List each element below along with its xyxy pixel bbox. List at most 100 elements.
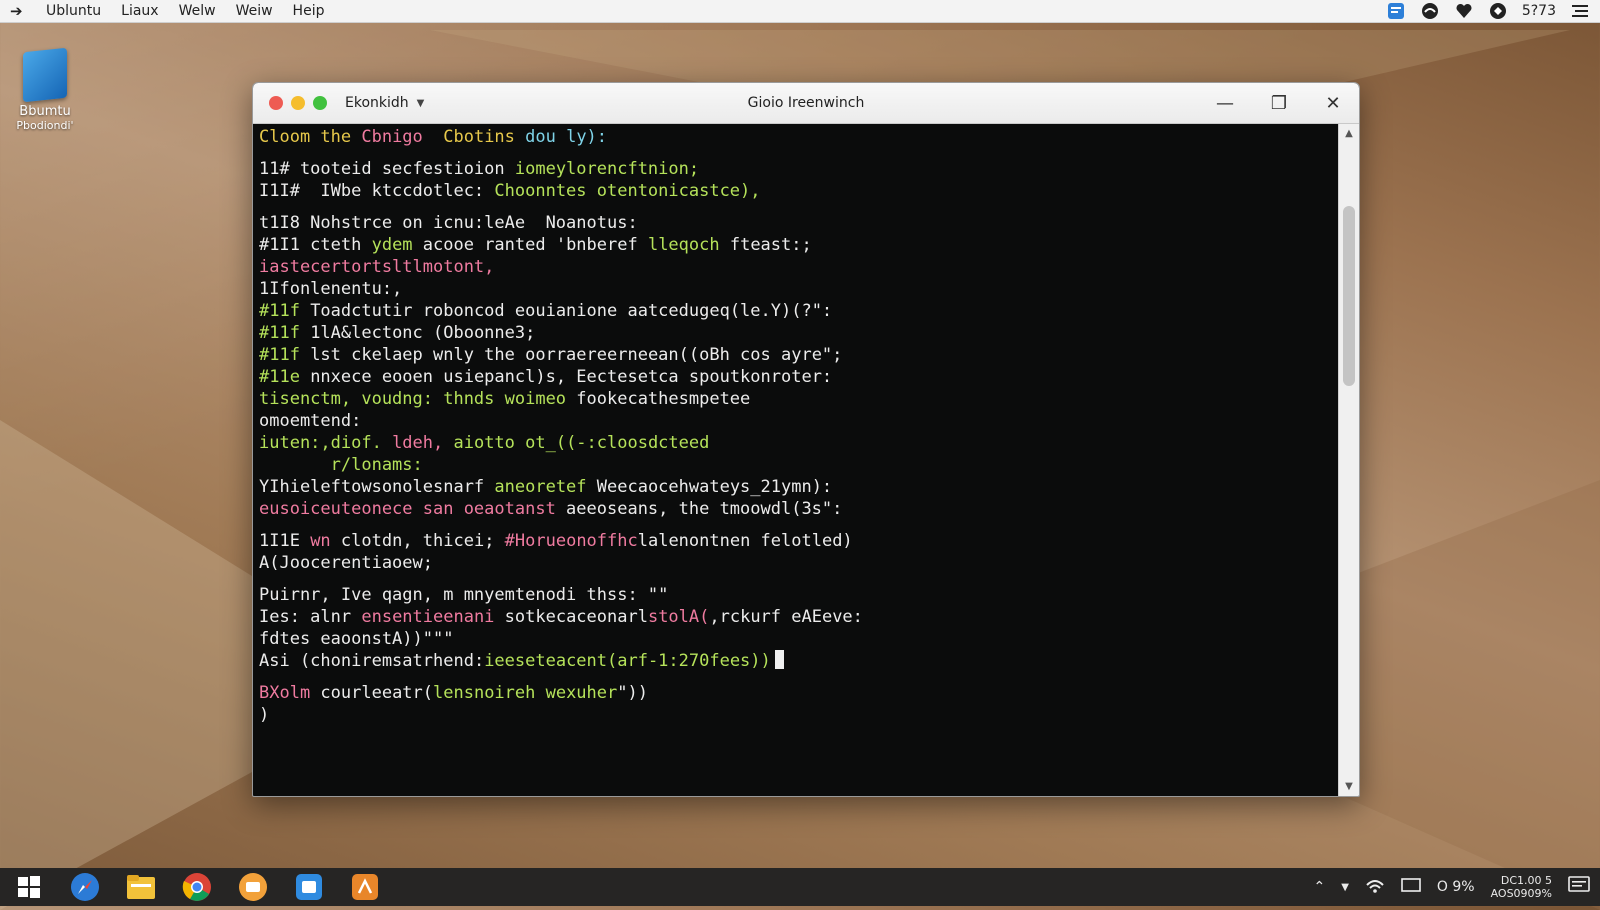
text-cursor (774, 650, 784, 669)
heart-icon[interactable] (1454, 2, 1474, 20)
tab-selector[interactable]: Ekonkidh ▼ (345, 95, 424, 111)
terminal-text: ) (259, 705, 270, 725)
desktop-shortcut[interactable]: Bbumtu Pbodiondi' (10, 47, 80, 132)
minimize-icon[interactable]: — (1213, 93, 1237, 114)
zoom-dot-icon[interactable] (313, 96, 327, 110)
close-icon[interactable]: ✕ (1321, 93, 1345, 114)
scroll-down-icon[interactable]: ▼ (1339, 781, 1359, 792)
terminal-line: #11f 1lA&lectonc (Oboonne3; (259, 322, 1333, 344)
terminal-text: Ies: alnr (259, 607, 362, 627)
terminal-text: #11e (259, 367, 300, 387)
finder-icon[interactable] (1386, 2, 1406, 20)
tray-status-text: O 9% (1436, 879, 1475, 895)
terminal-text: Asi (chonirems (259, 651, 403, 671)
terminal-text: r/lonams: (259, 455, 423, 475)
terminal-text: Cbnigo (361, 127, 423, 147)
terminal-line: eusoiceuteonece san oeaotanst aeeoseans,… (259, 498, 1333, 520)
terminal-text: t1I8 Nohstrce on icnu:leAe Noanotus: (259, 213, 638, 233)
menu-item-ubuntu[interactable]: Ubluntu (46, 3, 101, 19)
close-dot-icon[interactable] (269, 96, 283, 110)
terminal-text: BXolm (259, 683, 321, 703)
top-menu-bar: ➔ Ubluntu Liaux Welw Weiw Heip 5?73 (0, 0, 1600, 23)
windows-start-icon[interactable] (10, 872, 48, 902)
terminal-text: dou ly): (514, 127, 608, 147)
files-icon[interactable] (122, 872, 160, 902)
clock-time: DC1.00 5 (1500, 874, 1552, 887)
terminal-text: iomeylorencftnion; (514, 159, 700, 179)
terminal-text: sotkecaceonarl (494, 607, 648, 627)
terminal-line: A(Joocerentiaoew; (259, 552, 1333, 574)
terminal-text: clotdn, thicei; (330, 531, 505, 551)
terminal-line: iuten:,diof. ldeh, aiotto ot_((-:cloosdc… (259, 432, 1333, 454)
terminal-line: #11e nnxece eooen usiepancl)s, Eectesetc… (259, 366, 1333, 388)
terminal-text: lst ckelaep wnly the oorraereerneean((oB… (299, 345, 843, 365)
store-icon[interactable] (290, 872, 328, 902)
terminal-line: BXolm courleeatr(lensnoireh wexuher")) (259, 682, 1333, 704)
terminal-text: Puirnr, Ive qagn, m mnyemtenodi thss: "" (259, 585, 669, 605)
back-arrow-icon[interactable]: ➔ (10, 2, 30, 20)
menu-item-view[interactable]: Welw (179, 3, 216, 19)
terminal-line: 11# tooteid secfestioion iomeylorencftni… (259, 158, 1333, 180)
vertical-scrollbar[interactable]: ▲ ▼ (1338, 124, 1359, 796)
terminal-text: lalenontnen felotled) (637, 531, 853, 551)
clock-date: AOS0909% (1490, 887, 1552, 900)
terminal-line: r/lonams: (259, 454, 1333, 476)
window-controls: — ❐ ✕ (1213, 83, 1345, 123)
chevron-up-icon[interactable]: ⌃ (1313, 879, 1325, 895)
menu-lines-icon[interactable] (1570, 2, 1590, 20)
safari-icon[interactable] (66, 872, 104, 902)
terminal-text: Toadctutir roboncod eouianione aatceduge… (299, 301, 833, 321)
scrollbar-thumb[interactable] (1343, 206, 1355, 386)
messaging-icon[interactable] (234, 872, 272, 902)
terminal-line: omoemtend: (259, 410, 1333, 432)
sync-icon[interactable] (1488, 2, 1508, 20)
terminal-text: ldeh, (392, 433, 444, 453)
terminal-text: #11f (259, 301, 300, 321)
terminal-output[interactable]: Cloom the Cbnigo Cbotins dou ly): 11# too… (253, 124, 1339, 796)
terminal-line: 1I1E wn clotdn, thicei; #Horueonoffhclal… (259, 530, 1333, 552)
terminal-line: tisenctm, voudng: thnds woimeo fookecath… (259, 388, 1333, 410)
terminal-text: I1I# IWbe ktccdotlec: (259, 181, 495, 201)
terminal-text: aiotto ot_((-:cloosdcteed (443, 433, 710, 453)
scroll-up-icon[interactable]: ▲ (1339, 128, 1359, 139)
menu-item-view-2[interactable]: Weiw (236, 3, 273, 19)
terminal-text: Choonntes otentonicastce), (494, 181, 761, 201)
app-launcher-icon[interactable] (346, 872, 384, 902)
taskbar: ⌃ ▼ O 9% DC1.00 5 AOS0909% (0, 868, 1600, 906)
terminal-window: Ekonkidh ▼ Gioio Ireenwinch — ❐ ✕ Cloom … (252, 82, 1360, 797)
terminal-text: #1I1 cteth (259, 235, 372, 255)
terminal-text: 1Ifonlenentu:, (259, 279, 403, 299)
clock[interactable]: DC1.00 5 AOS0909% (1491, 874, 1552, 900)
maximize-icon[interactable]: ❐ (1267, 93, 1291, 114)
status-text: 5?73 (1521, 3, 1556, 19)
menu-item-help[interactable]: Heip (293, 3, 325, 19)
terminal-line: 1Ifonlenentu:, (259, 278, 1333, 300)
wifi-icon[interactable] (1365, 877, 1385, 897)
terminal-text: nnxece eooen usiepancl)s, Eectesetca spo… (299, 367, 833, 387)
caret-down-icon[interactable]: ▼ (1341, 882, 1349, 893)
network-icon[interactable] (1420, 2, 1440, 20)
status-tray: 5?73 (1386, 0, 1590, 22)
display-icon[interactable] (1401, 877, 1421, 897)
menu-item-linux[interactable]: Liaux (121, 3, 158, 19)
minimize-dot-icon[interactable] (291, 96, 305, 110)
terminal-text: wn (310, 531, 331, 551)
chrome-icon[interactable] (178, 872, 216, 902)
terminal-text: 1I1E (259, 531, 311, 551)
terminal-text: aneoretef (494, 477, 587, 497)
notifications-icon[interactable] (1568, 875, 1590, 899)
terminal-line: Asi (choniremsatrhend:ieeseteacent(arf-1… (259, 650, 1333, 672)
window-titlebar[interactable]: Ekonkidh ▼ Gioio Ireenwinch — ❐ ✕ (253, 83, 1359, 124)
terminal-text: ydem (371, 235, 413, 255)
terminal-line: fdtes eaoonstA))""" (259, 628, 1333, 650)
terminal-text: courleeatr( (320, 683, 434, 703)
terminal-text: iuten:,diof. (259, 433, 393, 453)
terminal-text: fookecathesmpetee (566, 389, 751, 409)
terminal-text: ieeseteacent(arf-1:270fees)) (484, 651, 771, 671)
terminal-text: fdtes eaoonstA))""" (259, 629, 454, 649)
